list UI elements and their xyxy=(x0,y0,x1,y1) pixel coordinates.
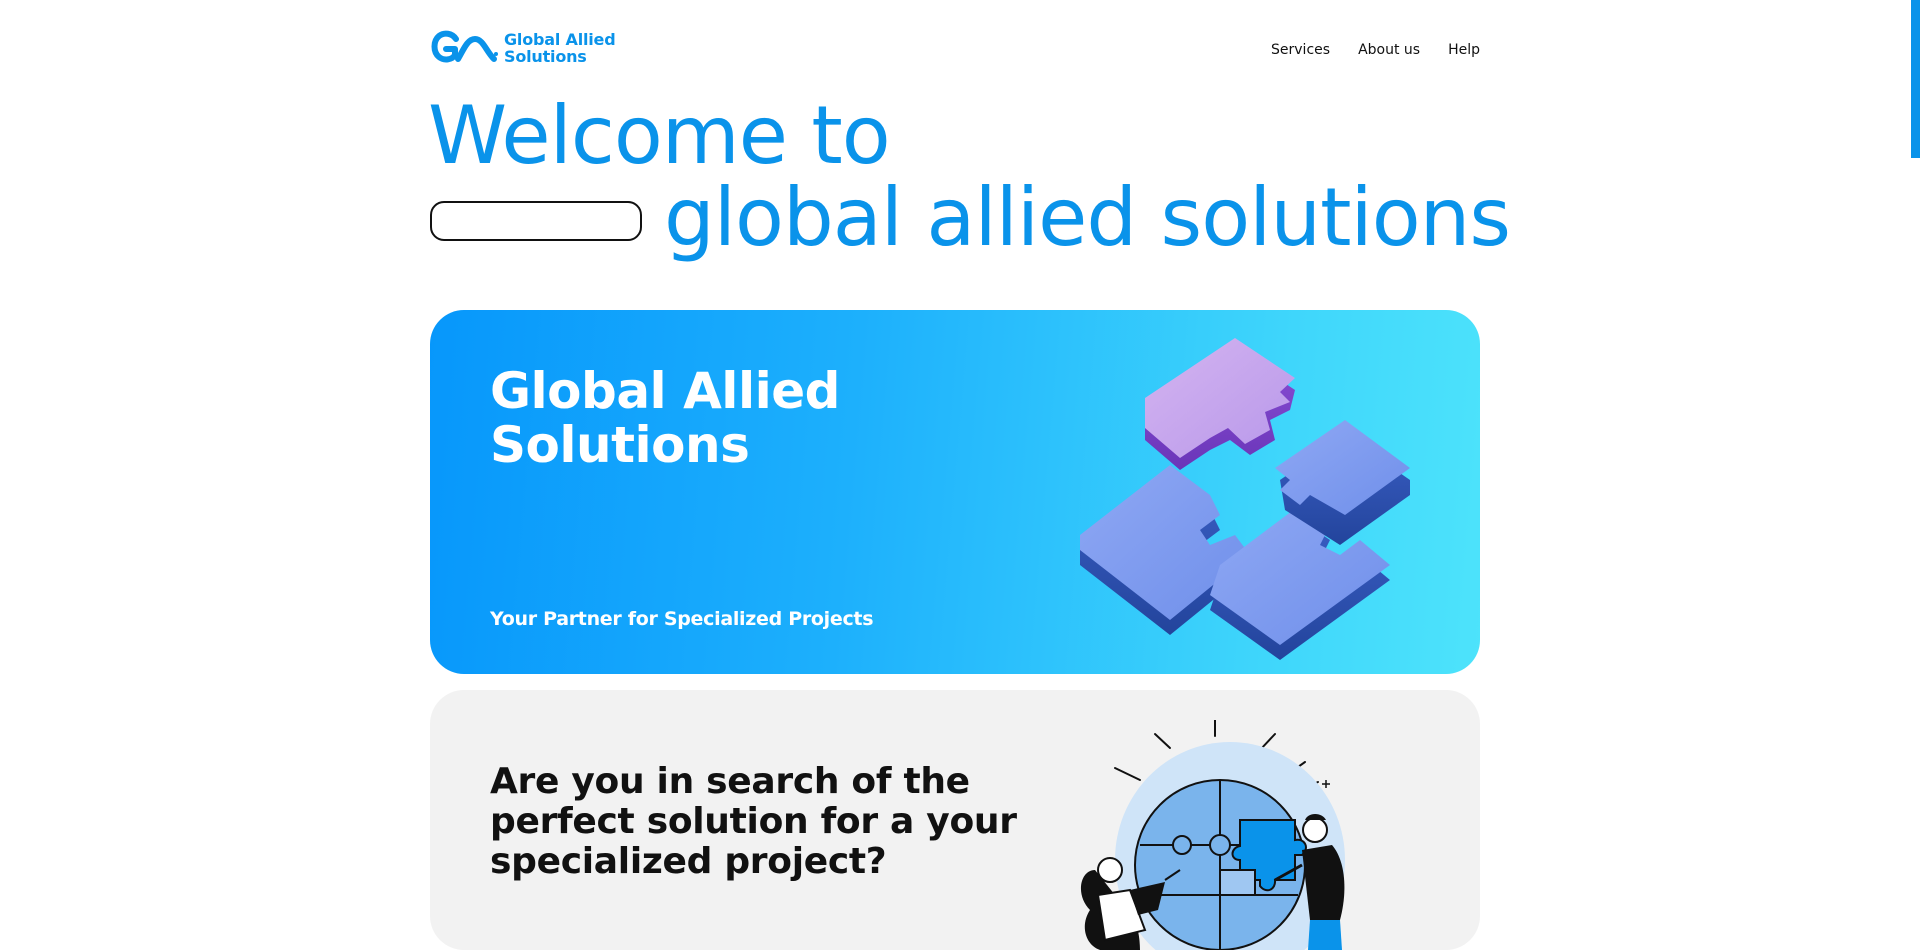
banner-title-line-1: Global Allied xyxy=(490,362,840,420)
headline-line-1: Welcome to xyxy=(428,89,891,182)
nav-services[interactable]: Services xyxy=(1271,42,1330,58)
hero-banner-card: Global Allied Solutions Your Partner for… xyxy=(430,310,1480,674)
headline-line-2-row: global allied solutions xyxy=(430,171,1511,264)
scrollbar-thumb[interactable] xyxy=(1911,0,1920,158)
globe-puzzle-illustration xyxy=(1080,720,1345,950)
logo-wordmark: Global Allied Solutions xyxy=(504,30,616,66)
banner-title-line-2: Solutions xyxy=(490,416,750,474)
logo-line-1: Global Allied xyxy=(504,30,616,49)
site-header: Global Allied Solutions Services About u… xyxy=(430,24,1480,80)
page-container: Global Allied Solutions Services About u… xyxy=(428,0,1511,950)
site-logo[interactable]: Global Allied Solutions xyxy=(430,30,616,66)
intro-card: Are you in search of the perfect solutio… xyxy=(430,690,1480,950)
banner-tagline: Your Partner for Specialized Projects xyxy=(490,608,874,630)
page-scrollbar[interactable] xyxy=(1911,0,1920,911)
headline-line-2: global allied solutions xyxy=(664,171,1511,264)
puzzle-pieces-illustration xyxy=(1080,338,1410,660)
logo-line-2: Solutions xyxy=(504,47,587,66)
nav-about-us[interactable]: About us xyxy=(1358,42,1420,58)
outlined-pill-shape xyxy=(430,201,642,241)
banner-title: Global Allied Solutions xyxy=(490,364,840,472)
intro-question: Are you in search of the perfect solutio… xyxy=(490,761,1017,882)
nav-help[interactable]: Help xyxy=(1448,42,1480,58)
ga-monogram-icon xyxy=(431,30,498,63)
main-nav: Services About us Help xyxy=(1271,42,1480,58)
